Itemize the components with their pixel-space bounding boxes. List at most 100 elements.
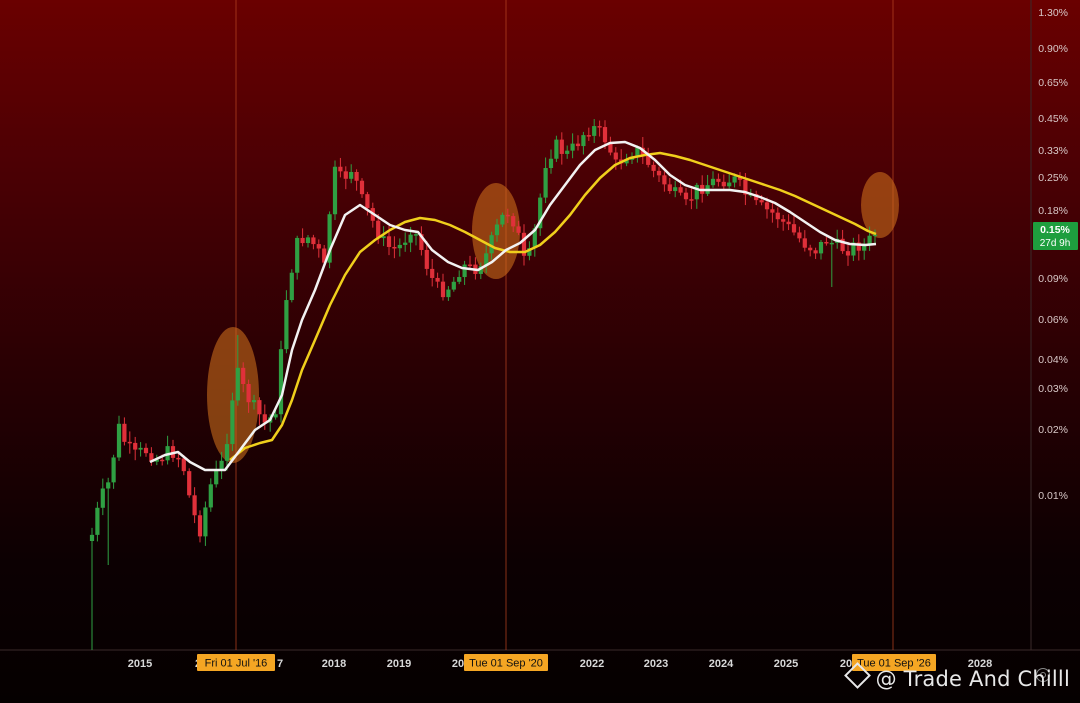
candle xyxy=(845,241,851,266)
candle-body xyxy=(592,126,597,136)
candle xyxy=(89,527,95,650)
candle-body xyxy=(440,281,446,298)
candle-body xyxy=(138,447,143,450)
candle xyxy=(581,131,586,155)
candle-body xyxy=(392,246,397,249)
candle xyxy=(230,392,235,452)
candle xyxy=(127,431,132,454)
candle xyxy=(446,286,451,301)
candle xyxy=(797,226,802,243)
candle xyxy=(430,258,435,287)
candle xyxy=(689,188,694,210)
candle-body xyxy=(781,219,786,222)
candle xyxy=(818,239,824,260)
candle xyxy=(597,120,602,137)
candle xyxy=(106,477,111,565)
candle xyxy=(214,460,219,488)
candle-body xyxy=(208,484,213,508)
candle-body xyxy=(786,221,791,225)
candlestick-chart[interactable]: 1.30% 0.90% 0.65% 0.45% 0.33% 0.25% 0.18% 0.09%… xyxy=(0,0,1080,703)
candle-body xyxy=(257,400,262,415)
candle xyxy=(586,127,591,141)
candle xyxy=(95,501,100,542)
highlight-ellipse xyxy=(861,172,899,238)
candle-body xyxy=(332,166,338,215)
time-tick-label: 2015 xyxy=(128,658,152,670)
candle-body xyxy=(127,441,132,444)
candle-body xyxy=(246,384,251,403)
candle-body xyxy=(597,126,602,128)
candle xyxy=(208,478,213,512)
candle-body xyxy=(867,235,872,244)
candle-body xyxy=(505,214,510,217)
price-tick-label: 0.02% xyxy=(1038,424,1068,436)
candle-body xyxy=(808,247,813,251)
candle-body xyxy=(424,249,429,269)
current-price-label: 0.15% xyxy=(1040,224,1070,236)
price-tick-label: 0.18% xyxy=(1038,205,1068,217)
candle xyxy=(278,340,284,423)
candle-body xyxy=(143,447,149,454)
candle-body xyxy=(316,244,321,249)
candle-body xyxy=(602,127,608,143)
candle xyxy=(829,236,834,287)
candle-body xyxy=(214,469,219,485)
chart-area[interactable]: 1.30% 0.90% 0.65% 0.45% 0.33% 0.25% 0.18% 0.09%… xyxy=(0,0,1080,703)
candle-body xyxy=(581,135,586,147)
candle-body xyxy=(732,176,737,183)
candle-body xyxy=(494,224,500,236)
price-tick-label: 0.03% xyxy=(1038,383,1068,395)
candle-body xyxy=(716,178,721,182)
candle xyxy=(203,501,208,546)
candle xyxy=(338,157,343,178)
candle xyxy=(705,174,710,197)
candle-body xyxy=(241,367,246,385)
candle-body xyxy=(100,488,105,508)
logo-icon xyxy=(843,662,871,689)
candle-body xyxy=(797,232,802,239)
candle-body xyxy=(548,158,554,169)
candle xyxy=(770,202,775,223)
time-tick-label: 2025 xyxy=(774,658,798,670)
candle-body xyxy=(559,139,564,154)
candle-body xyxy=(187,471,192,496)
candle-body xyxy=(511,216,516,227)
candle xyxy=(554,135,559,162)
candle-body xyxy=(106,482,111,489)
candle xyxy=(565,145,570,159)
candle-body xyxy=(651,164,656,171)
candle-body xyxy=(613,152,618,160)
time-tick-label: 2024 xyxy=(709,658,734,670)
candle xyxy=(354,169,359,191)
candle xyxy=(754,190,759,206)
candle xyxy=(548,149,554,174)
candle xyxy=(392,236,397,259)
candle xyxy=(327,211,332,269)
price-tick-label: 1.30% xyxy=(1038,7,1068,19)
candle-body xyxy=(343,171,348,179)
watermark: @ Trade And Chilll xyxy=(843,662,1070,691)
date-marker-label: Tue 01 Sep '20 xyxy=(469,658,543,670)
candle-body xyxy=(230,400,235,445)
candle-body xyxy=(462,264,467,278)
candle xyxy=(656,166,662,183)
candle xyxy=(295,235,300,280)
candle xyxy=(349,164,354,184)
candle xyxy=(316,239,321,258)
candle-body xyxy=(565,150,570,154)
candle xyxy=(813,247,818,259)
candle xyxy=(856,234,861,261)
date-marker-label: Fri 01 Jul '16 xyxy=(205,658,268,670)
candle-body xyxy=(457,277,462,282)
candle xyxy=(440,273,446,301)
candle xyxy=(457,270,462,285)
countdown-label: 27d 9h xyxy=(1040,238,1071,249)
candle-body xyxy=(295,237,300,273)
price-tick-label: 0.04% xyxy=(1038,354,1068,366)
candle xyxy=(538,193,543,236)
candle xyxy=(521,224,527,266)
candle-body xyxy=(845,251,851,256)
candle xyxy=(187,468,192,498)
candle-body xyxy=(824,241,829,244)
candle-body xyxy=(354,171,359,181)
